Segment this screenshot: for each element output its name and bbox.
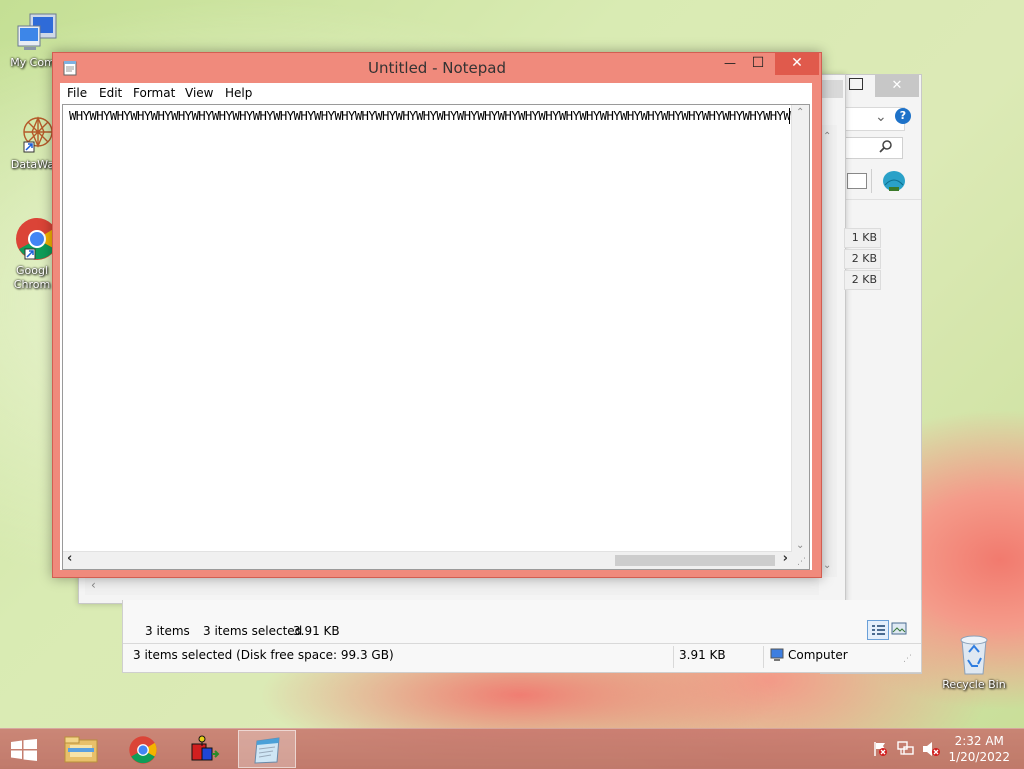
notepad-title: Untitled - Notepad	[367, 59, 507, 77]
system-clock[interactable]: 2:32 AM 1/20/2022	[948, 733, 1010, 765]
close-button[interactable]: ✕	[775, 53, 819, 75]
desktop-icon-label: Recycle Bin	[942, 678, 1006, 691]
shell-icon[interactable]	[881, 169, 907, 196]
start-windows-icon	[11, 739, 37, 764]
explorer-close-button[interactable]: ✕	[875, 75, 919, 97]
desktop-icon-label: Googl Chrom	[13, 264, 51, 291]
app-cube-icon	[190, 734, 222, 767]
items-count: 3 items	[145, 624, 190, 638]
status-bar-size: 3.91 KB	[679, 648, 726, 662]
file-size-cell: 2 KB	[844, 270, 881, 290]
details-view-button[interactable]	[867, 620, 889, 640]
status-divider	[673, 646, 674, 668]
explorer-status-area: 3 items 3 items selected 3.91 KB 3 items…	[122, 600, 922, 673]
large-icons-view-button[interactable]	[891, 622, 907, 636]
selected-size: 3.91 KB	[293, 624, 340, 638]
clock-time: 2:32 AM	[954, 734, 1004, 748]
flag-icon[interactable]	[872, 741, 888, 760]
recycle-bin-icon	[954, 632, 994, 676]
menu-help[interactable]: Help	[225, 86, 252, 100]
file-size-cell: 2 KB	[844, 249, 881, 269]
horizontal-scrollbar[interactable]: ‹ ›	[63, 551, 792, 569]
computer-icon	[14, 10, 58, 54]
scroll-left-icon[interactable]: ‹	[91, 578, 96, 592]
notepad-icon	[251, 735, 283, 768]
menu-bar: File Edit Format View Help	[60, 83, 812, 103]
editor-text[interactable]: WHYWHYWHYWHYWHYWHYWHYWHYWHYWHYWHYWHYWHYW…	[69, 109, 804, 123]
computer-icon	[769, 648, 785, 665]
notepad-client: File Edit Format View Help WHYWHYWHYWHYW…	[60, 83, 812, 570]
vertical-scrollbar[interactable]: ⌃ ⌄	[791, 105, 809, 553]
menu-view[interactable]: View	[185, 86, 213, 100]
chrome-icon	[128, 735, 158, 768]
scroll-up-icon[interactable]: ⌃	[796, 107, 804, 118]
resize-grip-icon[interactable]: ⋰	[792, 552, 809, 569]
clock-date: 1/20/2022	[948, 750, 1010, 764]
taskbar-chrome[interactable]	[114, 730, 172, 768]
ribbon-separator	[871, 169, 872, 193]
status-divider	[763, 646, 764, 668]
file-explorer-icon	[64, 735, 98, 766]
help-icon[interactable]: ?	[895, 108, 911, 124]
explorer-titlebar-strip	[819, 80, 843, 98]
maximize-button[interactable]: ☐	[745, 53, 771, 75]
status-separator	[123, 643, 921, 644]
taskbar-app[interactable]	[176, 730, 234, 768]
search-icon[interactable]	[879, 139, 893, 156]
start-button[interactable]	[0, 730, 48, 768]
menu-file[interactable]: File	[67, 86, 87, 100]
items-selected: 3 items selected	[203, 624, 303, 638]
explorer-search-box[interactable]	[845, 137, 903, 159]
scroll-right-icon[interactable]: ›	[783, 551, 788, 566]
horizontal-scroll-thumb[interactable]	[615, 555, 775, 566]
resize-grip-icon[interactable]: ⋰	[903, 654, 912, 664]
ribbon-bottom-line	[845, 199, 921, 200]
scroll-down-icon[interactable]: ⌄	[796, 540, 804, 551]
minimize-button[interactable]: —	[717, 53, 743, 75]
desktop-icon-recycle-bin[interactable]: Recycle Bin	[938, 632, 1010, 692]
chevron-down-icon[interactable]: ⌄	[875, 109, 887, 125]
file-size-cell: 1 KB	[844, 228, 881, 248]
explorer-maximize-button[interactable]	[849, 78, 863, 90]
menu-format[interactable]: Format	[133, 86, 175, 100]
text-cursor	[789, 108, 790, 124]
scroll-up-icon[interactable]: ⌃	[823, 131, 831, 142]
volume-muted-icon[interactable]	[922, 741, 940, 760]
explorer-hscrollbar[interactable]: ‹	[85, 577, 819, 595]
taskbar: 2:32 AM 1/20/2022	[0, 728, 1024, 769]
network-icon[interactable]	[897, 740, 915, 761]
status-bar-text: 3 items selected (Disk free space: 99.3 …	[133, 648, 394, 662]
scroll-down-icon[interactable]: ⌄	[823, 560, 831, 571]
status-bar-location: Computer	[788, 648, 848, 662]
taskbar-file-explorer[interactable]	[52, 730, 110, 768]
text-editor[interactable]: WHYWHYWHYWHYWHYWHYWHYWHYWHYWHYWHYWHYWHYW…	[62, 104, 810, 570]
notepad-window: Untitled - Notepad — ☐ ✕ File Edit Forma…	[52, 52, 822, 578]
preview-pane-icon[interactable]	[847, 173, 867, 189]
scroll-left-icon[interactable]: ‹	[67, 551, 72, 566]
menu-edit[interactable]: Edit	[99, 86, 122, 100]
taskbar-notepad[interactable]	[238, 730, 296, 768]
